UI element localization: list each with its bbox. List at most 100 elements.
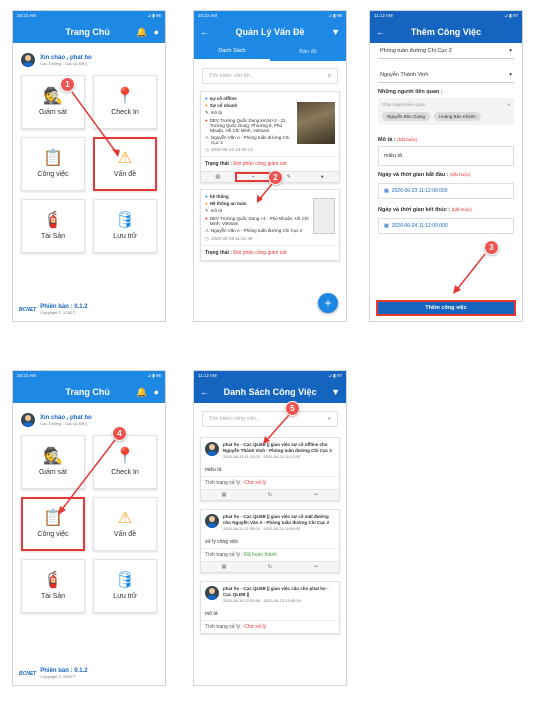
notification-bell-icon[interactable]: 🔔 (136, 387, 147, 397)
step-marker-2: 2 (268, 170, 283, 185)
step-marker-4: 4 (112, 426, 127, 441)
account-icon[interactable]: ● (154, 27, 159, 37)
location-pin-icon: 📍 (115, 88, 135, 105)
page-title: Thêm Công Việc (410, 27, 482, 37)
status-bar: 11:12 AM ⊿ ▮ 97 (370, 11, 522, 21)
avatar (21, 53, 35, 67)
person-chip[interactable]: Nguyễn Bảo Giang (382, 112, 431, 121)
tile-check-in[interactable]: 📍 Check In (93, 75, 157, 129)
app-bar: ← Danh Sách Công Việc ▼ (194, 381, 346, 403)
start-date-field[interactable]: ▦ 2020-06-23 11:12:00.000 (378, 183, 514, 199)
app-bar: Trang Chủ 🔔 ● (13, 381, 165, 403)
tile-supervision[interactable]: 🕵 Giám sát (21, 435, 85, 489)
tile-supervision[interactable]: 🕵 Giám sát (21, 75, 85, 129)
app-bar: ← Thêm Công Việc (370, 21, 522, 43)
end-label: Ngày và thời gian kết thúc : (bắt buộc) (378, 207, 472, 213)
supervisor-icon: 🕵 (43, 448, 63, 465)
info-icon: ● (205, 96, 208, 101)
card-actions: ▤ ↻ ↩ (201, 489, 339, 500)
start-label: Ngày và thời gian bắt đầu : (bắt buộc) (378, 172, 471, 178)
issue-status: Trạng thái : Đợi phân công giám sát (201, 245, 339, 260)
search-icon[interactable]: ⌕ (328, 73, 331, 80)
tile-storage[interactable]: 🛢 Lưu trữ (93, 199, 157, 253)
version-info: BCNET Phiên bản : 0.1.2 Copyright © JCNET (19, 668, 88, 679)
tab-bar: Danh Sách Bản đồ (194, 43, 346, 61)
database-icon: 🛢 (114, 212, 136, 229)
map-pin-icon[interactable]: ● (306, 172, 340, 182)
back-arrow-icon[interactable]: ← (376, 27, 385, 37)
screen-issue-management: 10:22 AM ⊿ ▮ 96 ← Quản Lý Vấn Đề ▼ Danh S… (193, 10, 347, 322)
issue-status: Trạng thái : Đợi phân công giám sát (201, 156, 339, 171)
asset-icon: 🧯 (43, 212, 63, 229)
database-icon: 🛢 (114, 572, 136, 589)
tile-issues[interactable]: ⚠ Vấn đề (93, 137, 157, 191)
step-marker-1: 1 (60, 77, 75, 92)
filter-icon[interactable]: ▼ (331, 387, 340, 397)
tile-check-in[interactable]: 📍 Check In (93, 435, 157, 489)
dropdown-icon: ▾ (509, 47, 512, 54)
person-chip[interactable]: Hoàng Bảo Khánh (434, 112, 481, 121)
issue-photo (297, 102, 335, 144)
dropdown-icon: ▾ (509, 71, 512, 78)
menu-grid: 🕵 Giám sát 📍 Check In 📋 Công việc ⚠ Vấn đề 🧯… (13, 435, 165, 613)
back-arrow-icon[interactable]: ← (200, 387, 209, 397)
search-input[interactable]: Tìm kiếm vấn đề.. ⌕ (202, 68, 338, 84)
card-actions: ▤ ↻ ↩ (201, 561, 339, 572)
end-date-field[interactable]: ▦ 2020-06-24 11:12:00.000 (378, 218, 514, 234)
department-select[interactable]: Phòng tuần đường Chi Cục 2 ▾ (378, 43, 514, 59)
screen-task-list: 11:12 AM ⊿ ▮ 97 ← Danh Sách Công Việc ▼ T… (193, 370, 347, 686)
reply-icon[interactable]: ↩ (293, 562, 339, 572)
app-bar: ← Quản Lý Vấn Đề ▼ (194, 21, 346, 43)
task-list-icon: 📋 (43, 150, 63, 167)
status-bar: 11:12 AM ⊿ ▮ 97 (194, 371, 346, 381)
related-people-select[interactable]: Chọn người liên quan ▾ Nguyễn Bảo Giang H… (378, 98, 514, 125)
back-arrow-icon[interactable]: ← (200, 27, 209, 37)
task-card[interactable]: phat ho - Cục QLĐB || giao việc cầu cho … (200, 581, 340, 634)
tile-tasks[interactable]: 📋 Công việc (21, 497, 85, 551)
tab-list[interactable]: Danh Sách (194, 43, 270, 61)
app-bar: Trang Chủ 🔔 ● (13, 21, 165, 43)
page-title: Trang Chủ (65, 387, 110, 397)
avatar (21, 413, 35, 427)
dropdown-icon: ▾ (507, 102, 510, 107)
task-card[interactable]: phat ho - Cục QLĐB || giao việc sự cố of… (200, 437, 340, 501)
warning-icon: ⚠ (117, 150, 133, 167)
issue-card[interactable]: ● sự cố offline ● Sự cố nhanh ✎ mô tả ● DEV … (200, 91, 340, 183)
status-bar: 10:22 AM ⊿ ▮ 96 (13, 371, 165, 381)
chat-icon[interactable]: ▤ (201, 172, 235, 182)
description-input[interactable]: miêu tả (378, 146, 514, 166)
step-marker-5: 5 (285, 401, 300, 416)
search-icon[interactable]: ⌕ (328, 416, 331, 423)
issue-card[interactable]: ● hệ thống ● Hệ thống an toàn ✎ mô tả ● DEV … (200, 189, 340, 261)
notification-bell-icon[interactable]: 🔔 (136, 27, 147, 37)
filter-icon[interactable]: ▼ (331, 27, 340, 37)
tile-tasks[interactable]: 📋 Công việc (21, 137, 85, 191)
menu-grid: 🕵 Giám sát 📍 Check In 📋 Công việc ⚠ Vấn đề 🧯… (13, 75, 165, 253)
chat-icon[interactable]: ▤ (201, 562, 247, 572)
tile-issues[interactable]: ⚠ Vấn đề (93, 497, 157, 551)
task-card[interactable]: phat ho - Cục QLĐB || giao việc sự cố mặ… (200, 509, 340, 573)
refresh-icon[interactable]: ↻ (247, 562, 293, 572)
reply-icon[interactable]: ↩ (293, 490, 339, 500)
assignee-select[interactable]: Nguyễn Thành Vinh ▾ (378, 67, 514, 83)
refresh-icon[interactable]: ↻ (247, 490, 293, 500)
add-issue-button[interactable]: + (318, 293, 338, 313)
screen-add-task: 11:12 AM ⊿ ▮ 97 ← Thêm Công Việc Phòng tu… (369, 10, 523, 322)
add-task-button[interactable]: Thêm công việc (376, 300, 516, 316)
chat-icon[interactable]: ▤ (201, 490, 247, 500)
supervisor-icon: 🕵 (43, 88, 63, 105)
page-title: Danh Sách Công Việc (223, 387, 317, 397)
tile-storage[interactable]: 🛢 Lưu trữ (93, 559, 157, 613)
user-greeting: Xin chào , phat ho Cục Trưởng - Cục QLĐB… (13, 403, 165, 435)
assign-icon[interactable]: ▪ (234, 172, 272, 182)
tile-assets[interactable]: 🧯 Tài Sản (21, 559, 85, 613)
company-logo: BCNET (19, 670, 37, 677)
category-icon: ● (205, 103, 208, 108)
account-icon[interactable]: ● (154, 387, 159, 397)
tile-assets[interactable]: 🧯 Tài Sản (21, 199, 85, 253)
search-input[interactable]: Tìm kiếm công việc.. ⌕ (202, 411, 338, 427)
clock-icon: ◷ (205, 147, 209, 152)
version-info: BCNET Phiên bản : 0.1.2 Copyright © JCNET (19, 304, 88, 315)
tab-map[interactable]: Bản đồ (270, 43, 346, 61)
screen-home-1: 10:22 AM ⊿ ▮ 96 Trang Chủ 🔔 ● Xin chào , … (12, 10, 166, 322)
